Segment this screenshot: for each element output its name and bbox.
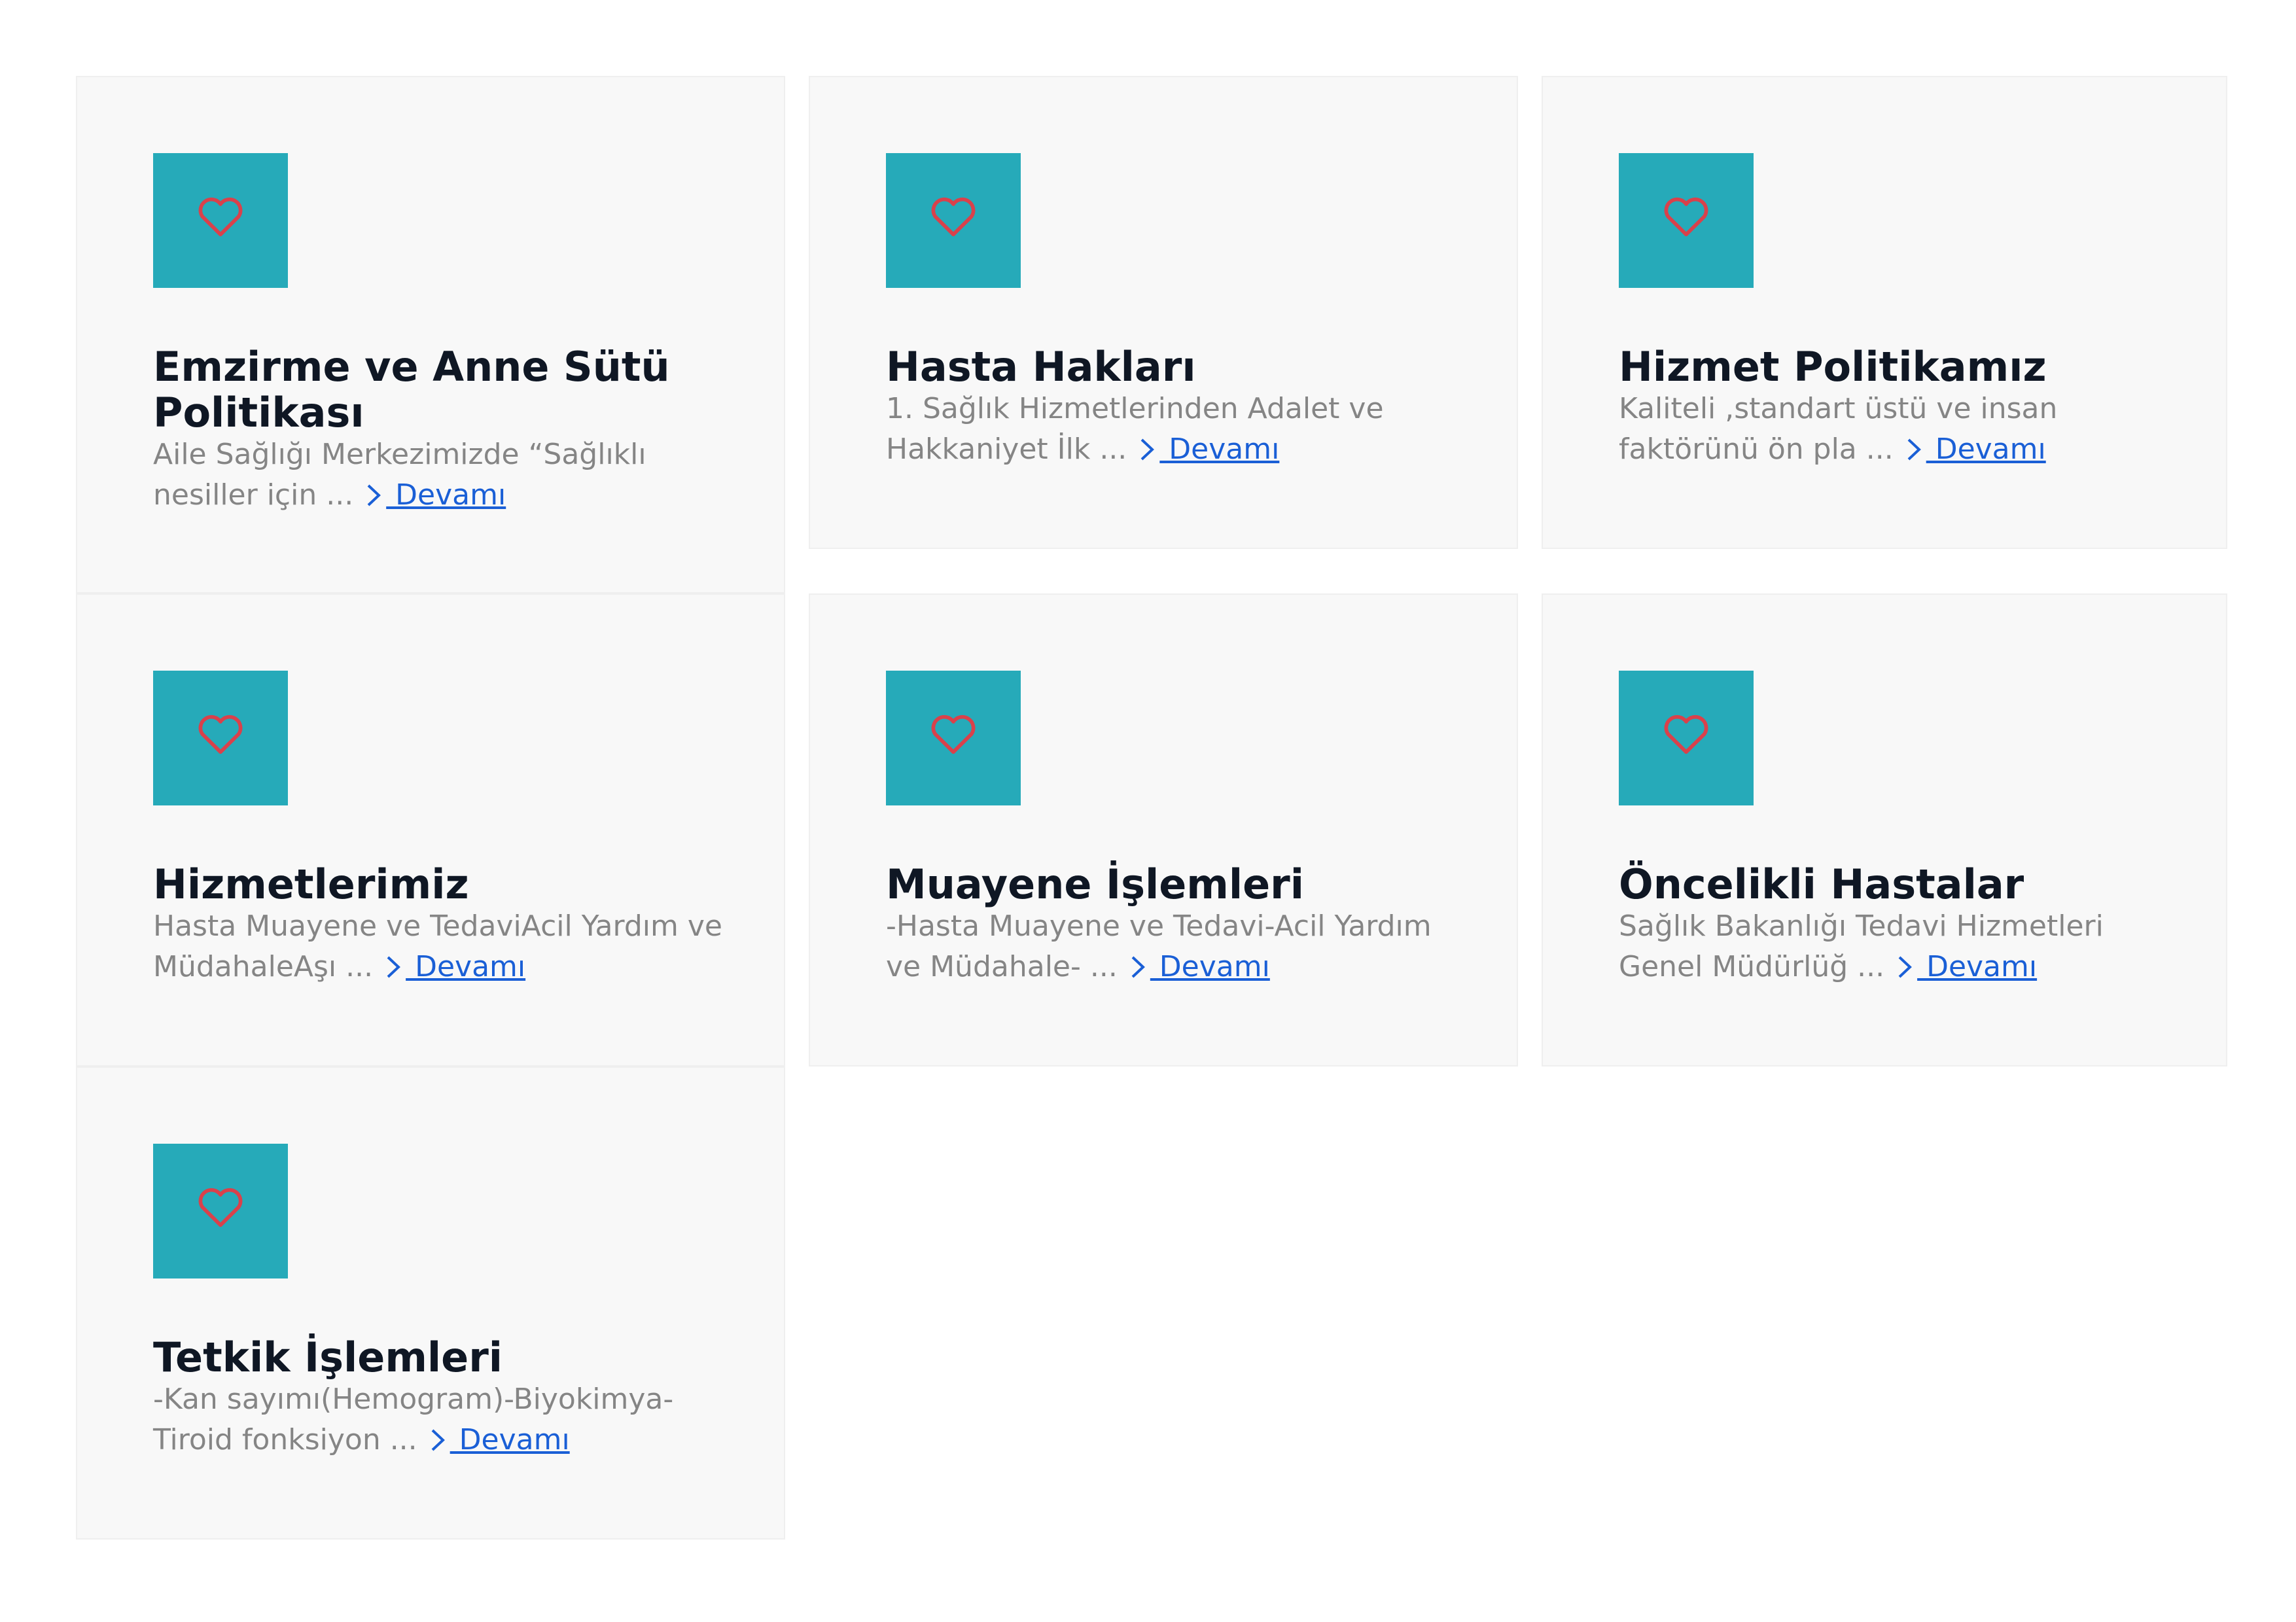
service-icon-box [886,153,1021,288]
read-more-label: Devamı [1917,950,2038,983]
service-icon-box [153,1144,288,1278]
service-card: Emzirme ve Anne Sütü Politikası Aile Sağ… [76,76,785,593]
read-more-link[interactable]: Devamı [1903,432,2046,466]
heart-icon [198,714,243,754]
heart-icon [198,1188,243,1227]
service-icon-box [1619,671,1754,805]
chevron-right-icon [1140,438,1155,461]
read-more-link[interactable]: Devamı [1894,950,2037,983]
card-title: Muayene İşlemleri [886,860,1305,908]
heart-icon [198,197,243,237]
chevron-right-icon [431,1429,445,1451]
chevron-right-icon [367,484,381,506]
card-title: Emzirme ve Anne Sütü Politikası [153,343,670,436]
card-excerpt: Kaliteli ,standart üstü ve insan faktörü… [1619,389,2181,470]
heart-icon [931,714,976,754]
service-icon-box [153,671,288,805]
service-card: Hizmet Politikamız Kaliteli ,standart üs… [1542,76,2227,549]
read-more-label: Devamı [386,478,506,512]
excerpt-text: -Kan sayımı(Hemogram)-Biyokimya-Tiroid f… [153,1383,674,1456]
card-title: Tetkik İşlemleri [153,1333,503,1381]
card-excerpt: Aile Sağlığı Merkezimizde “Sağlıklı nesi… [153,434,729,516]
service-icon-box [153,153,288,288]
heart-icon [931,197,976,237]
read-more-label: Devamı [406,950,526,983]
service-card: Öncelikli Hastalar Sağlık Bakanlığı Teda… [1542,593,2227,1067]
chevron-right-icon [1131,956,1145,978]
service-card: Hasta Hakları 1. Sağlık Hizmetlerinden A… [809,76,1518,549]
read-more-label: Devamı [1926,432,2046,466]
chevron-right-icon [1907,438,1921,461]
card-excerpt: 1. Sağlık Hizmetlerinden Adalet ve Hakka… [886,389,1462,470]
chevron-right-icon [387,956,401,978]
read-more-link[interactable]: Devamı [1127,950,1270,983]
read-more-link[interactable]: Devamı [1136,432,1279,466]
service-card: Muayene İşlemleri -Hasta Muayene ve Teda… [809,593,1518,1067]
card-title: Öncelikli Hastalar [1619,860,2024,908]
card-title: Hizmetlerimiz [153,860,469,908]
read-more-label: Devamı [450,1423,570,1456]
chevron-right-icon [1898,956,1913,978]
read-more-label: Devamı [1159,432,1280,466]
read-more-link[interactable]: Devamı [362,478,506,512]
heart-icon [1664,714,1708,754]
card-title: Hizmet Politikamız [1619,343,2047,391]
excerpt-text: 1. Sağlık Hizmetlerinden Adalet ve Hakka… [886,392,1384,466]
service-card: Hizmetlerimiz Hasta Muayene ve TedaviAci… [76,593,785,1067]
read-more-link[interactable]: Devamı [382,950,525,983]
heart-icon [1664,197,1708,237]
read-more-label: Devamı [1150,950,1270,983]
card-excerpt: Sağlık Bakanlığı Tedavi Hizmetleri Genel… [1619,906,2181,987]
service-icon-box [886,671,1021,805]
services-grid: Emzirme ve Anne Sütü Politikası Aile Sağ… [0,0,2296,1622]
card-excerpt: -Kan sayımı(Hemogram)-Biyokimya-Tiroid f… [153,1379,729,1460]
card-title: Hasta Hakları [886,343,1196,391]
card-excerpt: -Hasta Muayene ve Tedavi-Acil Yardım ve … [886,906,1462,987]
service-icon-box [1619,153,1754,288]
service-card: Tetkik İşlemleri -Kan sayımı(Hemogram)-B… [76,1067,785,1540]
card-excerpt: Hasta Muayene ve TedaviAcil Yardım ve Mü… [153,906,729,987]
read-more-link[interactable]: Devamı [427,1423,570,1456]
